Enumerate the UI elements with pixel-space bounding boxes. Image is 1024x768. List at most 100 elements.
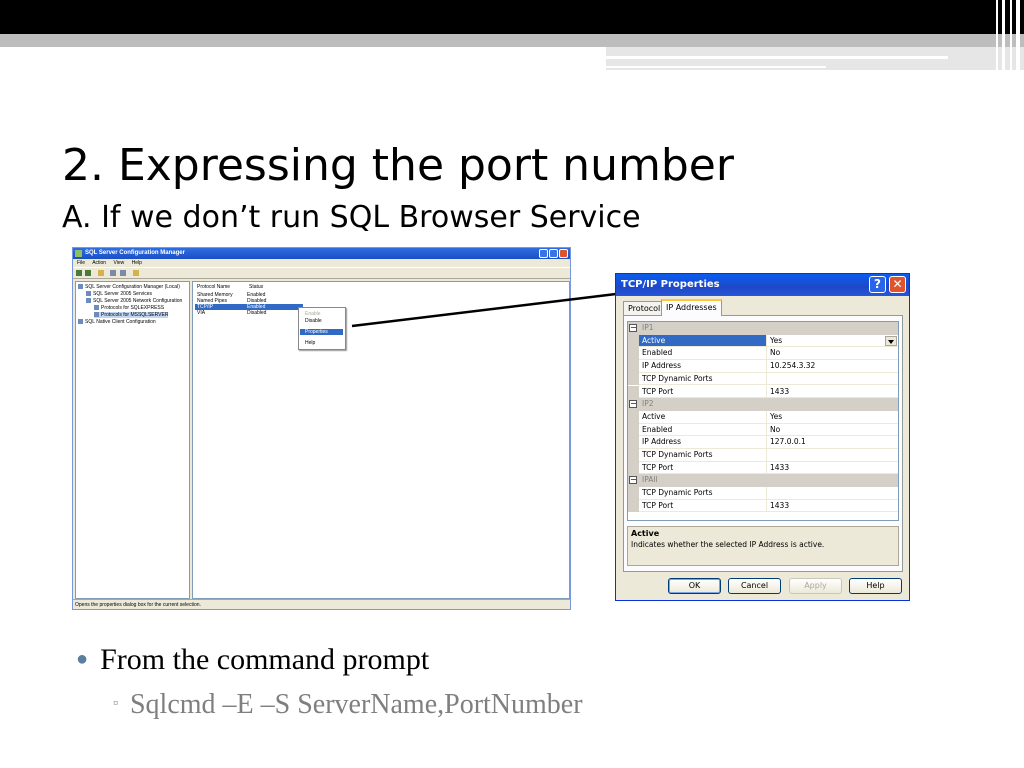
property-value[interactable]	[767, 449, 898, 462]
folder-up-icon[interactable]	[98, 270, 104, 276]
column-header-status[interactable]: Status	[249, 284, 263, 290]
row-gutter	[628, 347, 639, 361]
slide-title: 2. Expressing the port number	[62, 140, 734, 191]
header-stripe	[1002, 0, 1005, 70]
menu-view[interactable]: View	[113, 260, 124, 266]
help-icon[interactable]: ?	[869, 276, 886, 293]
sub-bullet-text: Sqlcmd –E –S ServerName,PortNumber	[129, 689, 583, 720]
collapse-icon[interactable]: −	[629, 324, 637, 332]
client-icon	[78, 319, 83, 325]
collapse-icon[interactable]: −	[629, 476, 637, 485]
menu-action[interactable]: Action	[92, 260, 106, 266]
tree-item-native-client[interactable]: SQL Native Client Configuration	[78, 319, 156, 325]
minimize-icon[interactable]	[539, 249, 548, 258]
tree-item-label: Protocols for SQLEXPRESS	[101, 305, 165, 311]
property-row[interactable]: TCP Port 1433	[628, 499, 898, 513]
menu-file[interactable]: File	[77, 260, 85, 266]
property-value[interactable]: 1433	[767, 500, 898, 513]
context-menu-disable[interactable]: Disable	[305, 318, 322, 324]
context-menu-enable[interactable]: Enable	[305, 311, 321, 317]
close-icon[interactable]: ✕	[889, 276, 906, 293]
help-button[interactable]: Help	[849, 578, 902, 594]
tree-item-root[interactable]: SQL Server Configuration Manager (Local)	[78, 284, 180, 290]
bullet-item: ● From the command prompt	[76, 643, 429, 677]
property-category[interactable]: − IPAll	[628, 474, 898, 488]
chevron-down-icon[interactable]	[885, 335, 897, 346]
header-rule	[606, 56, 948, 59]
header-stripe	[1016, 0, 1020, 70]
property-key: Active	[639, 334, 767, 348]
context-menu-properties[interactable]: Properties	[300, 329, 343, 335]
header-band-gray	[0, 34, 1024, 47]
property-key: TCP Port	[639, 385, 767, 399]
ok-button[interactable]: OK	[668, 578, 721, 594]
tab-protocol[interactable]: Protocol	[623, 301, 666, 315]
property-value[interactable]: No	[767, 347, 898, 361]
console-tree-icon[interactable]	[110, 270, 116, 276]
context-menu-help[interactable]: Help	[305, 340, 315, 346]
property-value[interactable]: 10.254.3.32	[767, 360, 898, 373]
tree-item-services[interactable]: SQL Server 2005 Services	[86, 291, 152, 297]
protocol-status: Disabled	[247, 310, 267, 316]
row-gutter	[628, 449, 639, 462]
property-row[interactable]: TCP Dynamic Ports	[628, 449, 898, 462]
property-row[interactable]: Active Yes	[628, 334, 898, 348]
tab-ip-addresses[interactable]: IP Addresses	[661, 299, 722, 316]
config-manager-title: SQL Server Configuration Manager	[85, 250, 185, 256]
dialog-title: TCP/IP Properties	[621, 279, 720, 290]
menu-help[interactable]: Help	[132, 260, 142, 266]
config-manager-window: SQL Server Configuration Manager File Ac…	[72, 247, 571, 610]
property-row[interactable]: IP Address 127.0.0.1	[628, 436, 898, 449]
property-value[interactable]	[767, 373, 898, 386]
property-key: TCP Port	[639, 499, 767, 513]
protocol-icon	[94, 312, 99, 318]
header-stripe	[1010, 0, 1012, 70]
refresh-icon[interactable]	[120, 270, 126, 276]
property-value[interactable]: 127.0.0.1	[767, 436, 898, 449]
maximize-icon[interactable]	[549, 249, 558, 258]
tcpip-properties-dialog: TCP/IP Properties ? ✕ Protocol IP Addres…	[615, 273, 910, 601]
property-value[interactable]	[767, 487, 898, 500]
description-title: Active	[631, 529, 660, 538]
property-value-select[interactable]: Yes	[767, 335, 898, 348]
help-icon[interactable]	[133, 270, 139, 276]
property-row[interactable]: Enabled No	[628, 347, 898, 361]
row-gutter	[628, 410, 639, 424]
back-icon[interactable]	[76, 270, 82, 276]
property-category[interactable]: − IP1	[628, 322, 898, 335]
forward-icon[interactable]	[85, 270, 91, 276]
property-row[interactable]: IP Address 10.254.3.32	[628, 360, 898, 373]
tree-item-protocols-sqlexpress[interactable]: Protocols for SQLEXPRESS	[94, 305, 164, 311]
row-gutter	[628, 334, 639, 348]
collapse-icon[interactable]: −	[629, 400, 637, 409]
description-text: Indicates whether the selected IP Addres…	[631, 540, 825, 549]
property-key: TCP Dynamic Ports	[639, 449, 767, 462]
property-row[interactable]: TCP Port 1433	[628, 385, 898, 399]
property-row[interactable]: TCP Dynamic Ports	[628, 372, 898, 386]
property-row[interactable]: TCP Dynamic Ports	[628, 487, 898, 500]
sub-bullet-item: ▫ Sqlcmd –E –S ServerName,PortNumber	[113, 689, 583, 721]
property-row[interactable]: Enabled No	[628, 423, 898, 437]
cancel-button[interactable]: Cancel	[728, 578, 781, 594]
services-icon	[86, 291, 91, 297]
property-key: IP Address	[639, 436, 767, 449]
property-value[interactable]: 1433	[767, 386, 898, 399]
apply-button[interactable]: Apply	[789, 578, 842, 594]
network-icon	[86, 298, 91, 304]
app-icon	[75, 250, 82, 257]
property-row[interactable]: TCP Port 1433	[628, 461, 898, 475]
tree-item-protocols-mssqlserver[interactable]: Protocols for MSSQLSERVER	[94, 312, 169, 318]
tree-item-network-config[interactable]: SQL Server 2005 Network Configuration	[86, 298, 182, 304]
property-row[interactable]: Active Yes	[628, 410, 898, 424]
property-value[interactable]: 1433	[767, 462, 898, 475]
tree-item-label: Protocols for MSSQLSERVER	[101, 312, 169, 318]
property-value: Yes	[770, 335, 783, 345]
property-category[interactable]: − IP2	[628, 398, 898, 411]
slide-subtitle: A. If we don’t run SQL Browser Service	[62, 200, 641, 235]
row-gutter	[628, 372, 639, 386]
description-pane: Active Indicates whether the selected IP…	[627, 526, 899, 566]
column-header-protocol[interactable]: Protocol Name	[197, 284, 230, 290]
close-icon[interactable]	[559, 249, 568, 258]
property-value[interactable]: Yes	[767, 411, 898, 424]
property-value[interactable]: No	[767, 424, 898, 437]
